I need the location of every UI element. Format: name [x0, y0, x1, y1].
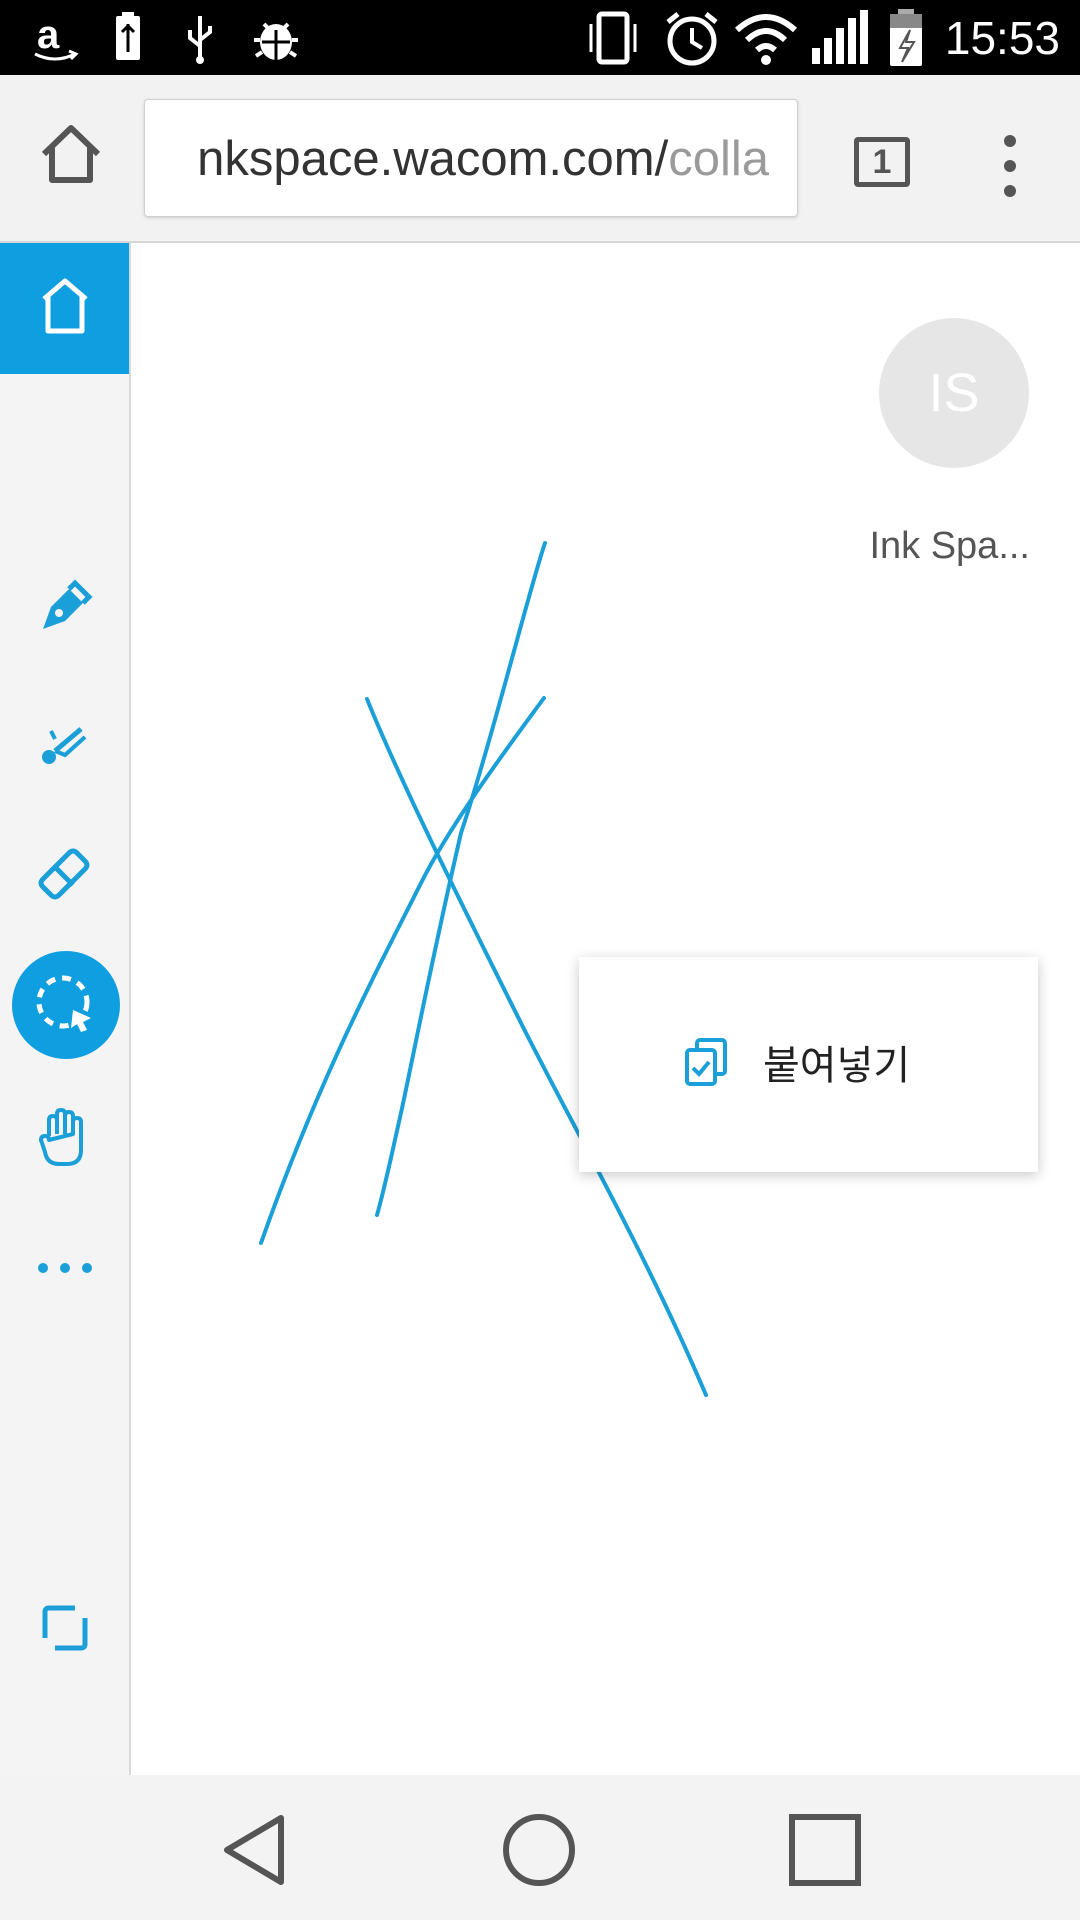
ink-stroke-1	[375, 541, 547, 1217]
system-nav-bar	[0, 1775, 1080, 1920]
paste-menu-item[interactable]: 붙여넣기	[683, 1032, 910, 1092]
recents-button[interactable]	[780, 1805, 870, 1895]
home-icon	[41, 125, 101, 183]
home-nav-button[interactable]	[494, 1805, 584, 1895]
recents-icon	[789, 1814, 861, 1886]
tool-rail	[0, 243, 131, 1775]
context-menu: 붙여넣기	[579, 957, 1038, 1172]
status-time: 15:53	[944, 12, 1060, 64]
rail-home-button[interactable]	[0, 243, 129, 374]
more-tools-button[interactable]	[0, 1213, 129, 1323]
home-circle-icon	[503, 1814, 575, 1886]
url-path: colla	[668, 132, 769, 186]
more-icon	[37, 1263, 92, 1273]
battery-charging-icon	[884, 8, 928, 68]
eraser-icon	[38, 848, 89, 900]
pen-icon	[42, 579, 93, 629]
browser-menu-button[interactable]	[992, 131, 1028, 201]
user-name: Ink Spa...	[869, 525, 1030, 567]
paste-label: 붙여넣기	[763, 1043, 911, 1089]
back-button[interactable]	[210, 1805, 300, 1895]
select-tool-button[interactable]	[12, 951, 120, 1059]
alarm-icon	[662, 8, 722, 68]
brush-tool-button[interactable]	[0, 686, 129, 796]
svg-text:a: a	[37, 13, 60, 57]
eraser-tool-button[interactable]	[0, 816, 129, 926]
battery-usb-icon	[108, 8, 148, 68]
hand-tool-button[interactable]	[0, 1083, 129, 1193]
brush-icon	[41, 727, 86, 764]
tab-switcher-button[interactable]: 1	[854, 137, 910, 187]
wifi-icon	[733, 8, 799, 68]
fullscreen-button[interactable]	[0, 1573, 129, 1683]
url-host: nkspace.wacom.com/	[197, 132, 669, 186]
pen-tool-button[interactable]	[0, 552, 129, 662]
browser-home-button[interactable]	[36, 120, 106, 190]
lasso-select-icon	[36, 975, 91, 1032]
vibrate-icon	[585, 8, 641, 68]
status-bar: a 15:53	[0, 0, 1080, 75]
signal-icon	[808, 8, 874, 68]
paste-icon	[685, 1038, 727, 1086]
hand-icon	[38, 1108, 83, 1166]
fullscreen-icon	[42, 1605, 87, 1651]
url-bar[interactable]: nkspace.wacom.com/colla	[144, 99, 798, 217]
url-text: nkspace.wacom.com/colla	[197, 130, 769, 188]
user-avatar[interactable]: IS	[879, 318, 1029, 468]
home-icon	[42, 278, 88, 334]
usb-icon	[178, 8, 222, 68]
browser-toolbar: nkspace.wacom.com/colla 1	[0, 75, 1080, 243]
debug-bug-icon	[248, 8, 304, 68]
back-icon	[224, 1815, 284, 1885]
amazon-icon: a	[28, 8, 84, 68]
overflow-menu-icon	[1004, 135, 1016, 197]
